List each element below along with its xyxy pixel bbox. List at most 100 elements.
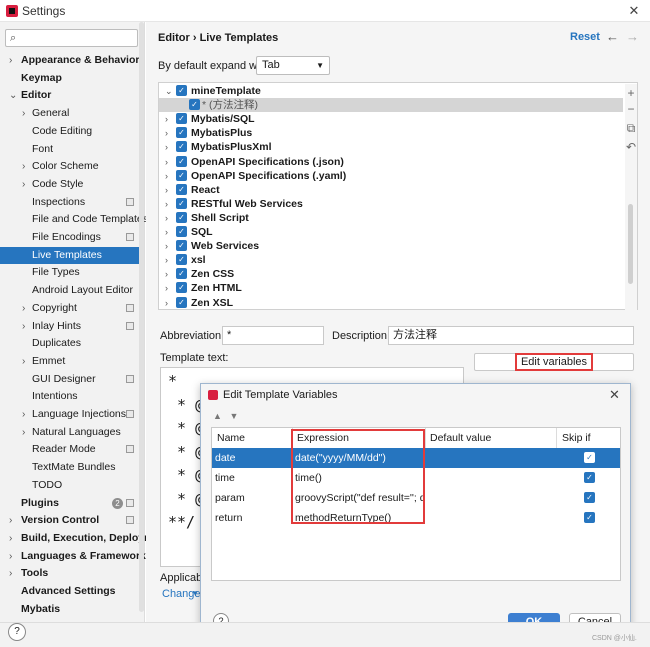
expand-with-select[interactable]: Tab ▼ [256,56,330,75]
enable-checkbox[interactable]: ✓ [176,197,187,209]
sidebar-item[interactable]: Mybatis [0,601,144,618]
chevron-right-icon[interactable]: › [165,211,168,225]
chevron-right-icon[interactable]: › [22,300,25,317]
sidebar-item[interactable]: GUI Designer [0,371,144,388]
enable-checkbox[interactable]: ✓ [176,226,187,237]
chevron-right-icon[interactable]: › [22,424,25,441]
sidebar-item[interactable]: Android Layout Editor [0,282,144,299]
chevron-right-icon[interactable]: › [165,239,168,253]
abbreviation-field[interactable]: * [222,326,324,345]
chevron-right-icon[interactable]: › [165,183,168,197]
chevron-right-icon[interactable]: › [165,281,168,295]
move-down-icon[interactable]: ▼ [229,411,238,421]
template-group-row[interactable]: › ✓ RESTful Web Services [159,197,623,211]
template-group-row[interactable]: › ✓ Mybatis/SQL [159,112,623,126]
sidebar-item[interactable]: › Languages & Frameworks [0,548,152,565]
chevron-right-icon[interactable]: › [9,530,12,547]
sidebar-item[interactable]: Code Editing [0,123,144,140]
skip-if-defined-checkbox[interactable]: ✓ [584,452,595,463]
sidebar-item[interactable]: Keymap [0,70,144,87]
enable-checkbox[interactable]: ✓ [176,254,187,266]
skip-if-defined-checkbox[interactable]: ✓ [584,492,595,503]
back-arrow-icon[interactable]: ← [606,29,619,44]
template-group-row[interactable]: ⌄ ✓ mineTemplate [159,84,623,98]
template-group-row[interactable]: › ✓ Zen XSL [159,296,623,310]
sidebar-item[interactable]: Intentions [0,388,144,405]
template-group-row[interactable]: › ✓ Shell Script [159,211,623,225]
template-group-row[interactable]: › ✓ React [159,183,623,197]
sidebar-item[interactable]: › Inlay Hints [0,318,144,335]
sidebar-item[interactable]: TODO [0,477,144,494]
enable-checkbox[interactable]: ✓ [176,282,187,294]
sidebar-item[interactable]: › Appearance & Behavior [0,52,144,69]
move-up-icon[interactable]: ▲ [213,411,222,421]
sidebar-item[interactable]: › Build, Execution, Deployme [0,530,159,547]
template-group-row[interactable]: › ✓ MybatisPlusXml [159,140,623,154]
enable-checkbox[interactable]: ✓ [176,296,187,308]
sidebar-item[interactable]: Live Templates [0,246,144,264]
sidebar-item[interactable]: › Version Control [0,512,144,529]
scrollbar-thumb[interactable] [628,204,633,284]
enable-checkbox[interactable]: ✓ [176,169,187,181]
column-divider[interactable] [425,428,426,448]
edit-variables-button[interactable]: Edit variables [474,353,634,371]
enable-checkbox[interactable]: ✓ [176,183,187,195]
column-header-name[interactable]: Name [217,430,245,446]
chevron-right-icon[interactable]: › [165,155,168,169]
sidebar-item[interactable]: ⌄ Editor [0,87,144,104]
column-header-default[interactable]: Default value [430,430,491,446]
chevron-down-icon[interactable]: ⌄ [165,84,173,98]
template-group-row[interactable]: › ✓ MybatisPlus [159,126,623,140]
sidebar-item[interactable]: Duplicates [0,335,144,352]
remove-icon[interactable]: − [624,102,638,116]
chevron-right-icon[interactable]: › [9,548,12,565]
template-row[interactable]: ✓ * (方法注释) [159,98,623,113]
sidebar-item[interactable]: Inspections [0,194,144,211]
template-group-row[interactable]: › ✓ OpenAPI Specifications (.yaml) [159,169,623,183]
chevron-right-icon[interactable]: › [165,267,168,281]
add-icon[interactable]: + [624,86,638,100]
enable-checkbox[interactable]: ✓ [176,141,187,153]
chevron-right-icon[interactable]: › [9,52,12,69]
enable-checkbox[interactable]: ✓ [176,127,187,139]
sidebar-item[interactable]: › Copyright [0,300,144,317]
skip-if-defined-checkbox[interactable]: ✓ [584,512,595,523]
enable-checkbox[interactable]: ✓ [176,85,187,96]
sidebar-item[interactable]: › Color Scheme [0,158,144,175]
template-group-row[interactable]: › ✓ OpenAPI Specifications (.json) [159,155,623,169]
chevron-right-icon[interactable]: › [9,512,12,529]
template-group-row[interactable]: › ✓ SQL [159,225,623,239]
chevron-right-icon[interactable]: › [165,253,168,267]
column-header-skip[interactable]: Skip if defined [562,430,620,460]
chevron-right-icon[interactable]: › [22,406,25,423]
enable-checkbox[interactable]: ✓ [176,155,187,167]
sidebar-scrollbar[interactable] [139,22,144,612]
chevron-down-icon[interactable]: ⌄ [9,87,17,104]
template-group-row[interactable]: › ✓ xsl [159,253,623,267]
forward-arrow-icon[interactable]: → [626,29,639,44]
chevron-right-icon[interactable]: › [22,318,25,335]
enable-checkbox[interactable]: ✓ [176,268,187,280]
sidebar-item[interactable]: Plugins 2 [0,495,144,512]
close-icon[interactable]: ✕ [609,387,620,403]
enable-checkbox[interactable]: ✓ [189,99,200,111]
sidebar-item[interactable]: › Tools [0,565,144,582]
sidebar-item[interactable]: File Types [0,264,144,281]
enable-checkbox[interactable]: ✓ [176,240,187,252]
sidebar-item[interactable]: › Natural Languages [0,424,144,441]
chevron-right-icon[interactable]: › [165,126,168,140]
chevron-right-icon[interactable]: › [22,105,25,122]
sidebar-item[interactable]: Advanced Settings [0,583,144,600]
sidebar-item[interactable]: Font [0,141,144,158]
search-input[interactable]: ⌕ [5,29,138,47]
chevron-right-icon[interactable]: › [9,565,12,582]
close-icon[interactable]: ✕ [626,3,642,19]
help-icon[interactable]: ? [8,623,26,641]
column-divider[interactable] [556,428,557,448]
description-field[interactable]: 方法注释 [388,326,634,345]
template-group-row[interactable]: › ✓ Zen CSS [159,267,623,281]
chevron-right-icon[interactable]: › [22,353,25,370]
chevron-right-icon[interactable]: › [165,225,168,239]
chevron-right-icon[interactable]: › [165,112,168,126]
sidebar-item[interactable]: › Emmet [0,353,144,370]
